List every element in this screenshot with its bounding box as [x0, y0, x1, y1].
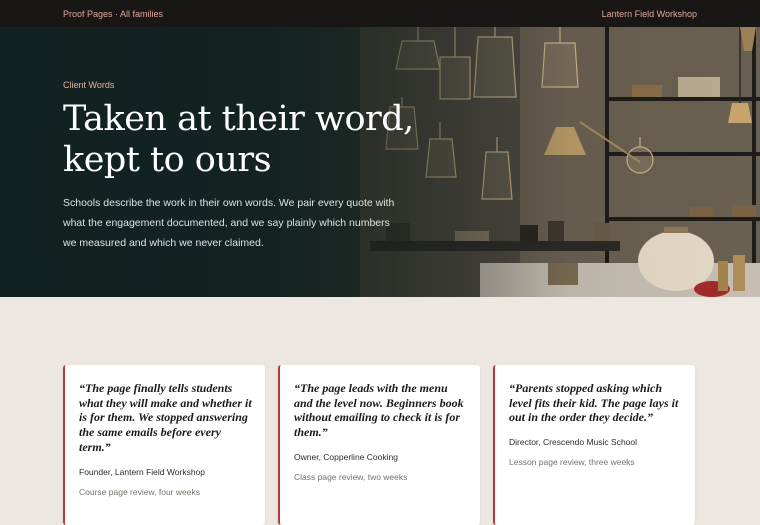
nav-link-brand[interactable]: Lantern Field Workshop: [602, 9, 697, 19]
testimonial-author: Owner, Copperline Cooking: [294, 451, 398, 462]
page-title: Taken at their word, kept to ours: [63, 99, 414, 180]
hero-description: Schools describe the work in their own w…: [63, 197, 395, 249]
testimonial-author: Founder, Lantern Field Workshop: [79, 466, 205, 477]
testimonial-note: Lesson page review, three weeks: [509, 457, 635, 468]
testimonial-quote: “Parents stopped asking which level fits…: [509, 381, 679, 425]
hero-section: Client Words Taken at their word, kept t…: [0, 27, 760, 297]
top-nav: Proof Pages · All families Lantern Field…: [0, 0, 760, 27]
testimonial-note: Class page review, two weeks: [294, 471, 408, 482]
testimonial-card: “The page leads with the menu and the le…: [278, 365, 480, 525]
testimonial-quote: “The page finally tells students what th…: [79, 381, 252, 454]
testimonial-author: Director, Crescendo Music School: [509, 437, 638, 448]
testimonial-card: “The page finally tells students what th…: [63, 365, 265, 525]
hero-eyebrow: Client Words: [63, 80, 115, 90]
testimonial-quote: “The page leads with the menu and the le…: [294, 381, 464, 440]
nav-link-all-families[interactable]: Proof Pages · All families: [63, 9, 163, 19]
testimonial-card: “Parents stopped asking which level fits…: [493, 365, 695, 525]
testimonial-note: Course page review, four weeks: [79, 486, 200, 497]
testimonial-list: “The page finally tells students what th…: [63, 365, 696, 525]
